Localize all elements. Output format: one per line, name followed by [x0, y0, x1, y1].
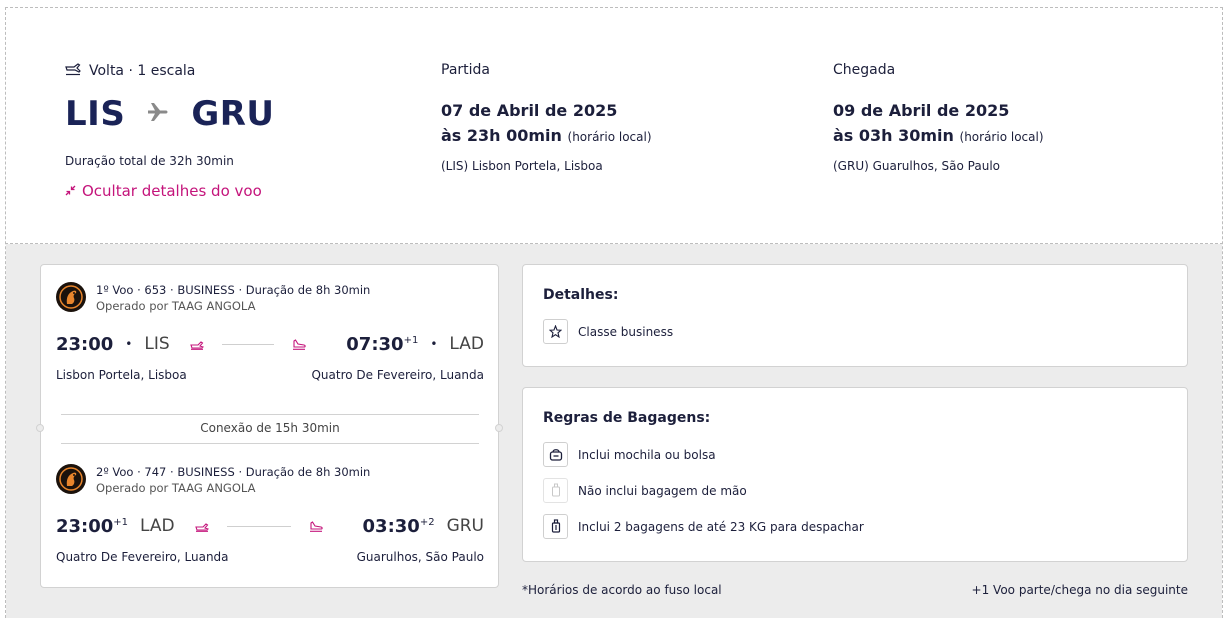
- airline-logo-icon: [56, 282, 86, 312]
- card-notch-left: [36, 424, 44, 432]
- hide-details-link[interactable]: Ocultar detalhes do voo: [65, 182, 275, 200]
- backpack-icon: [543, 442, 568, 467]
- details-item: Classe business: [543, 319, 1187, 344]
- baggage-card: Regras de Bagagens: Inclui mochila ou bo…: [522, 387, 1188, 562]
- takeoff-icon: [194, 517, 209, 536]
- departure-label: Partida: [441, 62, 490, 78]
- leg-arrival-code: GRU: [446, 516, 484, 536]
- collapse-icon: [65, 182, 82, 200]
- timezone-footnote: *Horários de acordo ao fuso local: [522, 583, 722, 597]
- leg-departure-time: 23:00+1: [56, 515, 129, 537]
- leg-arrival-code: LAD: [449, 334, 484, 354]
- next-day-footnote: +1 Voo parte/chega no dia seguinte: [971, 583, 1188, 597]
- leg-title: 1º Voo · 653 · BUSINESS · Duração de 8h …: [96, 283, 371, 297]
- leg-departure-time: 23:00: [56, 333, 114, 355]
- star-icon: [543, 319, 568, 344]
- arrival-date: 09 de Abril de 2025: [833, 101, 1010, 120]
- separator-dot: •: [430, 337, 438, 351]
- arrival-time-note: (horário local): [959, 130, 1044, 144]
- leg-departure-place: Quatro De Fevereiro, Luanda: [56, 550, 229, 564]
- leg-arrival-place: Quatro De Fevereiro, Luanda: [311, 368, 484, 382]
- hide-details-label: Ocultar detalhes do voo: [82, 182, 262, 200]
- departure-time-note: (horário local): [567, 130, 652, 144]
- details-card: Detalhes: Classe business: [522, 264, 1188, 367]
- leg-operator: Operado por TAAG ANGOLA: [96, 299, 256, 313]
- departure-airport: (LIS) Lisbon Portela, Lisboa: [441, 159, 603, 173]
- leg-arrival-place: Guarulhos, São Paulo: [356, 550, 484, 564]
- return-flight-icon: [65, 62, 89, 80]
- baggage-item-label: Inclui mochila ou bolsa: [578, 447, 716, 462]
- baggage-item: Não inclui bagagem de mão: [543, 478, 1187, 503]
- route-summary: Volta · 1 escala LIS GRU Duração total d…: [65, 62, 275, 200]
- leg-departure-code: LAD: [140, 516, 175, 536]
- flight-summary: Volta · 1 escala LIS GRU Duração total d…: [6, 8, 1222, 243]
- details-title: Detalhes:: [543, 287, 619, 303]
- arrival-time: às 03h 30min (horário local): [833, 126, 1044, 145]
- origin-code: LIS: [65, 94, 126, 134]
- checked-bag-icon: [543, 514, 568, 539]
- leg-arrival-time: 03:30+2: [362, 515, 435, 537]
- flight-leg-1: 1º Voo · 653 · BUSINESS · Duração de 8h …: [56, 282, 484, 382]
- leg-title: 2º Voo · 747 · BUSINESS · Duração de 8h …: [96, 465, 371, 479]
- arrival-airport: (GRU) Guarulhos, São Paulo: [833, 159, 1001, 173]
- airline-logo-icon: [56, 464, 86, 494]
- connection-info: Conexão de 15h 30min: [61, 414, 479, 444]
- flight-leg-2: 2º Voo · 747 · BUSINESS · Duração de 8h …: [56, 464, 484, 564]
- arrival-summary: Chegada 09 de Abril de 2025 às 03h 30min…: [833, 62, 1044, 173]
- leg-operator: Operado por TAAG ANGOLA: [96, 481, 256, 495]
- departure-date: 07 de Abril de 2025: [441, 101, 618, 120]
- direction-label: Volta · 1 escala: [89, 63, 196, 79]
- arrival-label: Chegada: [833, 62, 896, 78]
- legs-card: 1º Voo · 653 · BUSINESS · Duração de 8h …: [36, 264, 503, 588]
- details-item-label: Classe business: [578, 324, 674, 339]
- leg-departure-place: Lisbon Portela, Lisboa: [56, 368, 187, 382]
- destination-code: GRU: [191, 94, 275, 134]
- leg-departure-code: LIS: [144, 334, 170, 354]
- leg-arrival-time: 07:30+1: [346, 333, 419, 355]
- card-notch-right: [495, 424, 503, 432]
- landing-icon: [309, 517, 323, 536]
- baggage-item: Inclui 2 bagagens de até 23 KG para desp…: [543, 514, 1187, 539]
- takeoff-icon: [189, 335, 204, 354]
- route-line: [221, 343, 275, 345]
- baggage-item-label: Não inclui bagagem de mão: [578, 483, 747, 498]
- baggage-title: Regras de Bagagens:: [543, 410, 711, 426]
- baggage-item: Inclui mochila ou bolsa: [543, 442, 1187, 467]
- hand-luggage-icon: [543, 478, 568, 503]
- separator-dot: •: [125, 337, 133, 351]
- baggage-item-label: Inclui 2 bagagens de até 23 KG para desp…: [578, 519, 864, 534]
- landing-icon: [292, 335, 306, 354]
- total-duration: Duração total de 32h 30min: [65, 154, 234, 168]
- departure-time: às 23h 00min (horário local): [441, 126, 652, 145]
- route-line: [226, 525, 291, 527]
- departure-summary: Partida 07 de Abril de 2025 às 23h 00min…: [441, 62, 652, 173]
- plane-icon: [147, 102, 169, 126]
